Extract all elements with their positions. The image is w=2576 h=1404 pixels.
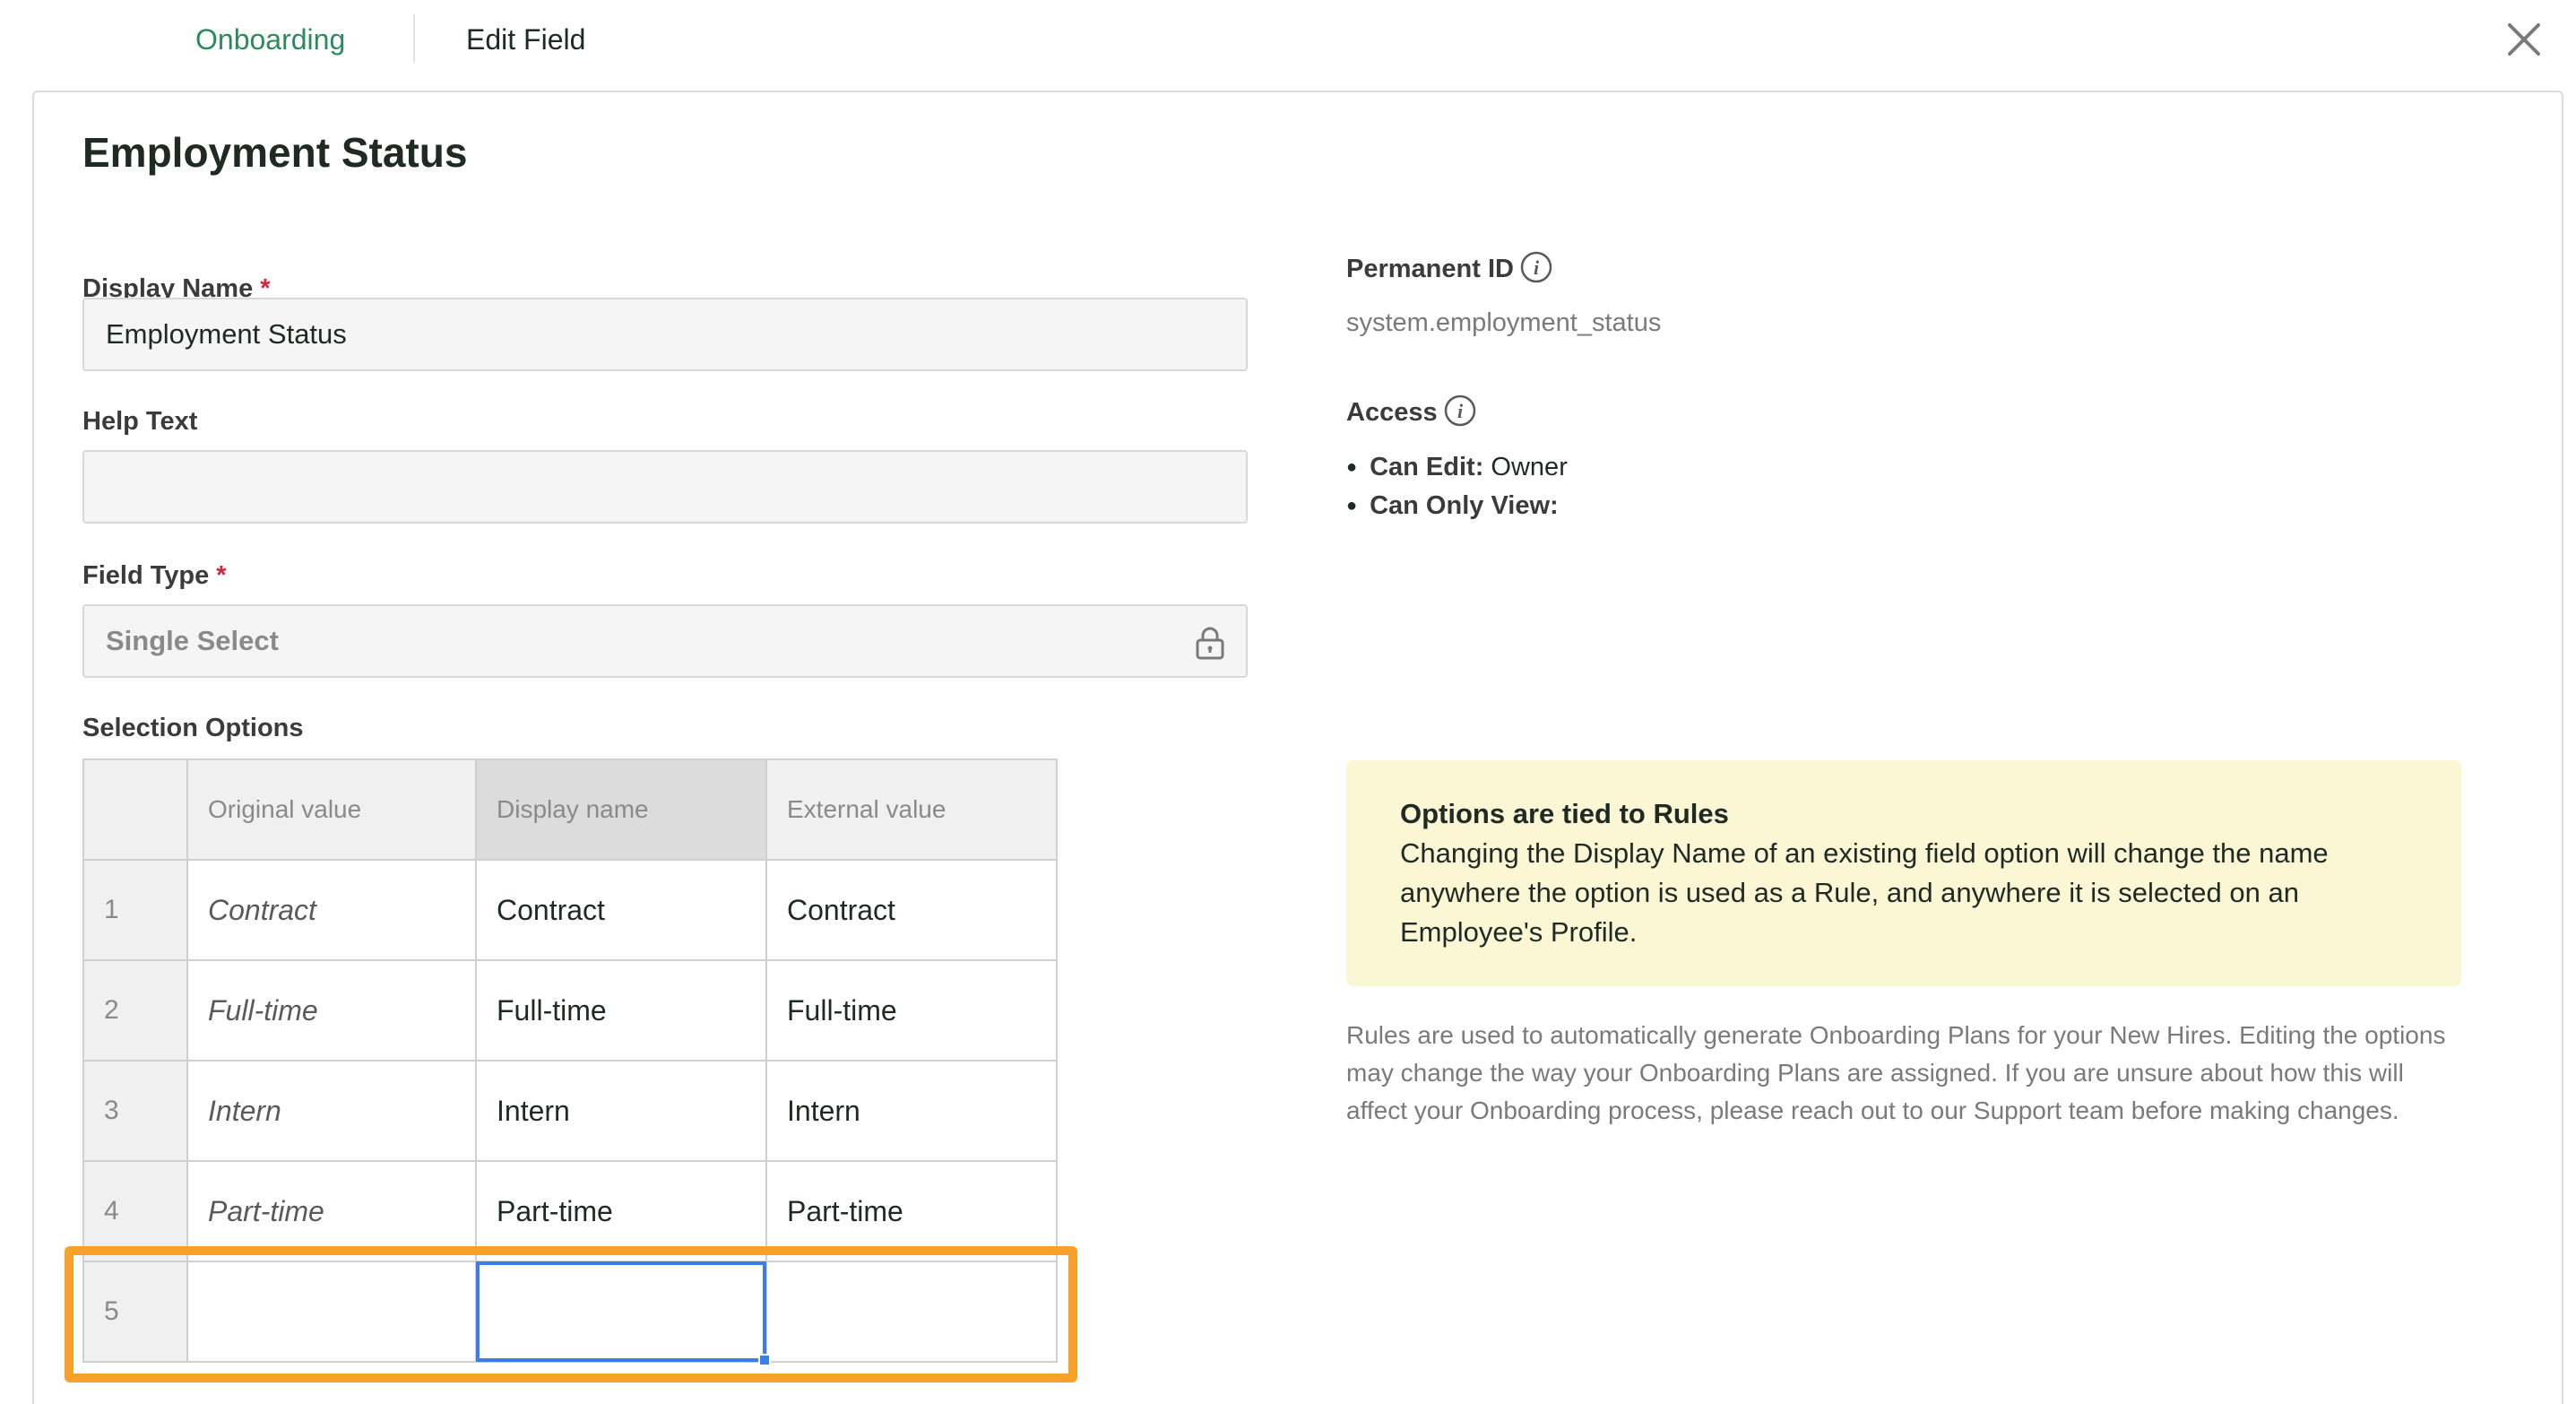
help-text-label-text: Help Text bbox=[82, 407, 198, 436]
close-icon bbox=[2508, 23, 2540, 56]
breadcrumb-current: Edit Field bbox=[466, 23, 586, 56]
access-label-text: Access bbox=[1346, 398, 1438, 427]
field-type-value: Single Select bbox=[106, 625, 279, 656]
original-value-cell: Full-time bbox=[186, 959, 477, 1062]
column-header-original[interactable]: Original value bbox=[186, 758, 477, 861]
access-item: Can Only View: bbox=[1346, 487, 1568, 525]
field-type-select: Single Select bbox=[82, 604, 1248, 678]
column-header-external[interactable]: External value bbox=[765, 758, 1058, 861]
selection-fill-handle[interactable] bbox=[758, 1354, 771, 1366]
selection-options-table: Original value Display name External val… bbox=[82, 758, 1058, 1366]
display-name-input[interactable]: Employment Status bbox=[82, 298, 1248, 371]
row-number: 5 bbox=[82, 1261, 188, 1363]
original-value-cell: Intern bbox=[186, 1060, 477, 1162]
field-type-label: Display NameField Type* bbox=[82, 558, 227, 594]
access-item: Can Edit: Owner bbox=[1346, 448, 1568, 487]
selection-options-label: Selection Options bbox=[82, 710, 304, 746]
access-list: Can Edit: Owner Can Only View: bbox=[1346, 448, 1568, 525]
rules-notice: Options are tied to Rules Changing the D… bbox=[1346, 760, 2461, 986]
help-text-input[interactable] bbox=[82, 450, 1248, 524]
field-type-label-text: Field Type bbox=[82, 561, 210, 590]
original-value-cell: Part-time bbox=[186, 1160, 477, 1262]
breadcrumb-divider bbox=[413, 14, 415, 63]
permanent-id-label-text: Permanent ID bbox=[1346, 255, 1514, 283]
external-value-cell[interactable]: Intern bbox=[765, 1060, 1058, 1162]
table-row-new: 5 bbox=[82, 1261, 1058, 1366]
top-bar: Onboarding Edit Field bbox=[0, 0, 2576, 90]
row-number: 2 bbox=[82, 959, 188, 1062]
display-name-cell[interactable]: Full-time bbox=[475, 959, 767, 1062]
info-icon[interactable]: i bbox=[1443, 394, 1477, 428]
table-row: 4 Part-time Part-time Part-time bbox=[82, 1160, 1058, 1262]
display-name-value: Employment Status bbox=[106, 318, 347, 350]
permanent-id-label: Permanent ID i bbox=[1346, 251, 1553, 287]
lock-icon bbox=[1196, 627, 1224, 660]
page-title: Employment Status bbox=[82, 129, 468, 176]
row-number: 3 bbox=[82, 1060, 188, 1162]
external-value-cell[interactable] bbox=[765, 1261, 1058, 1363]
row-number: 4 bbox=[82, 1160, 188, 1262]
row-number-header bbox=[82, 758, 188, 861]
access-label: Access i bbox=[1346, 394, 1477, 430]
display-name-cell[interactable]: Intern bbox=[475, 1060, 767, 1162]
svg-text:i: i bbox=[1457, 400, 1464, 422]
notice-title: Options are tied to Rules bbox=[1400, 798, 1729, 829]
display-name-cell[interactable]: Part-time bbox=[475, 1160, 767, 1262]
external-value-cell[interactable]: Part-time bbox=[765, 1160, 1058, 1262]
svg-text:i: i bbox=[1534, 256, 1540, 279]
column-header-display[interactable]: Display name bbox=[475, 758, 767, 861]
breadcrumb-onboarding-link[interactable]: Onboarding bbox=[195, 20, 345, 59]
rules-description: Rules are used to automatically generate… bbox=[1346, 1021, 2446, 1124]
access-item-key: Can Only View: bbox=[1370, 491, 1559, 520]
display-name-cell[interactable]: Contract bbox=[475, 859, 767, 961]
table-row: 1 Contract Contract Contract bbox=[82, 859, 1058, 961]
table-header-row: Original value Display name External val… bbox=[82, 758, 1058, 861]
external-value-cell[interactable]: Full-time bbox=[765, 959, 1058, 1062]
access-item-value: Owner bbox=[1483, 453, 1568, 481]
original-value-cell[interactable] bbox=[186, 1261, 477, 1363]
help-text-label: Help Text bbox=[82, 403, 197, 439]
row-number: 1 bbox=[82, 859, 188, 961]
display-name-cell-selected[interactable] bbox=[475, 1261, 771, 1366]
permanent-id-value: system.employment_status bbox=[1346, 308, 1662, 337]
external-value-cell[interactable]: Contract bbox=[765, 859, 1058, 961]
notice-body: Changing the Display Name of an existing… bbox=[1400, 837, 2329, 948]
table-row: 3 Intern Intern Intern bbox=[82, 1060, 1058, 1162]
access-item-key: Can Edit: bbox=[1370, 453, 1484, 481]
selection-options-label-text: Selection Options bbox=[82, 714, 304, 742]
required-mark: * bbox=[216, 561, 227, 590]
info-icon[interactable]: i bbox=[1519, 250, 1553, 284]
close-button[interactable] bbox=[2499, 14, 2549, 65]
table-row: 2 Full-time Full-time Full-time bbox=[82, 959, 1058, 1062]
original-value-cell: Contract bbox=[186, 859, 477, 961]
